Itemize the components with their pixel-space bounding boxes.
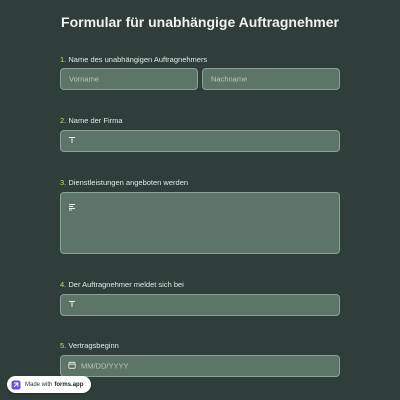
last-name-input[interactable]: Nachname	[202, 68, 340, 90]
reports-to-input[interactable]	[60, 294, 340, 316]
question-number: 3.	[60, 178, 67, 187]
question-text: Name des unabhängigen Auftragnehmers	[68, 55, 208, 64]
question-number: 4.	[60, 280, 67, 289]
made-with-badge[interactable]: Made with forms.app	[7, 376, 91, 393]
question-3-label: 3. Dienstleistungen angeboten werden	[60, 178, 188, 187]
question-text: Vertragsbeginn	[68, 341, 119, 350]
question-4-label: 4. Der Auftragnehmer meldet sich bei	[60, 280, 184, 289]
text-icon	[68, 300, 76, 310]
form-page: Formular für unabhängige Auftragnehmer 1…	[0, 0, 400, 400]
first-name-placeholder: Vorname	[69, 74, 100, 84]
question-text: Name der Firma	[68, 116, 123, 125]
form-title: Formular für unabhängige Auftragnehmer	[61, 14, 339, 30]
services-textarea[interactable]	[60, 192, 340, 254]
forms-app-logo-icon	[11, 380, 21, 390]
badge-brand: forms.app	[54, 381, 84, 388]
question-number: 5.	[60, 341, 67, 350]
question-text: Der Auftragnehmer meldet sich bei	[68, 280, 184, 289]
badge-prefix: Made with	[25, 381, 53, 388]
contract-start-date-input[interactable]: MM/DD/YYYY	[60, 355, 340, 377]
first-name-input[interactable]: Vorname	[60, 68, 198, 90]
question-2-label: 2. Name der Firma	[60, 116, 123, 125]
calendar-icon	[68, 361, 76, 371]
question-number: 2.	[60, 116, 67, 125]
question-5-label: 5. Vertragsbeginn	[60, 341, 119, 350]
question-number: 1.	[60, 55, 67, 64]
text-icon	[68, 136, 76, 146]
paragraph-icon	[68, 203, 76, 213]
question-1-label: 1. Name des unabhängigen Auftragnehmers	[60, 55, 207, 64]
company-name-input[interactable]	[60, 130, 340, 152]
question-text: Dienstleistungen angeboten werden	[68, 178, 189, 187]
date-placeholder: MM/DD/YYYY	[81, 361, 129, 371]
last-name-placeholder: Nachname	[211, 74, 248, 84]
